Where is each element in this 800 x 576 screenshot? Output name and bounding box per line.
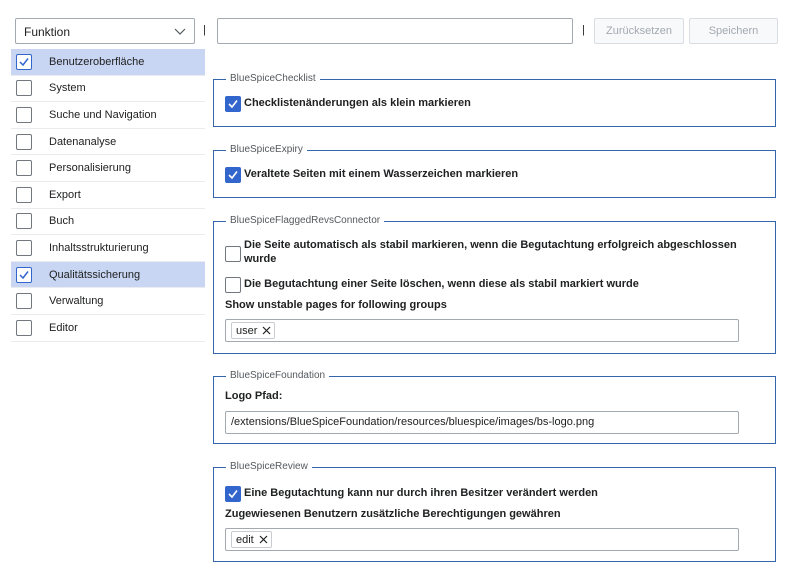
- check-icon: [228, 490, 238, 499]
- check-icon: [228, 171, 238, 180]
- fieldset-review: BlueSpiceReview Eine Begutachtung kann n…: [213, 461, 776, 562]
- option-checklist-minor[interactable]: Checklistenänderungen als klein markiere…: [225, 96, 471, 112]
- logo-path-input[interactable]: /extensions/BlueSpiceFoundation/resource…: [225, 411, 739, 434]
- fieldset-flaggedrevs: BlueSpiceFlaggedRevsConnector Die Seite …: [213, 215, 776, 354]
- separator: |: [203, 24, 206, 36]
- separator: |: [582, 24, 585, 36]
- check-icon: [228, 100, 238, 109]
- sidebar-item-buch[interactable]: Buch: [11, 209, 205, 236]
- sidebar-item-personalisierung[interactable]: Personalisierung: [11, 155, 205, 182]
- close-icon[interactable]: [259, 535, 268, 544]
- logo-path-label: Logo Pfad:: [225, 390, 283, 402]
- option-label: Die Begutachtung einer Seite löschen, we…: [244, 278, 639, 290]
- fieldset-foundation: BlueSpiceFoundation Logo Pfad: /extensio…: [213, 370, 776, 444]
- save-button[interactable]: Speichern: [689, 18, 778, 44]
- option-delete-review[interactable]: Die Begutachtung einer Seite löschen, we…: [225, 277, 639, 293]
- fieldset-legend: BlueSpiceFlaggedRevsConnector: [226, 215, 385, 226]
- search-input[interactable]: [217, 18, 573, 44]
- checkbox[interactable]: [225, 486, 241, 502]
- sidebar-item-verwaltung[interactable]: Verwaltung: [11, 288, 205, 315]
- option-label: Veraltete Seiten mit einem Wasserzeichen…: [244, 168, 519, 180]
- sidebar-item-label: Export: [49, 188, 81, 201]
- check-icon: [19, 57, 29, 66]
- sidebar-item-label: Personalisierung: [49, 162, 131, 175]
- permissions-tag-input[interactable]: edit: [225, 528, 739, 551]
- function-select-value: Funktion: [24, 25, 71, 39]
- checkbox[interactable]: [16, 239, 32, 256]
- fieldset-expiry: BlueSpiceExpiry Veraltete Seiten mit ein…: [213, 144, 776, 198]
- fieldset-legend: BlueSpiceFoundation: [226, 370, 330, 381]
- option-label: Checklistenänderungen als klein markiere…: [244, 97, 471, 109]
- option-label: Eine Begutachtung kann nur durch ihren B…: [244, 487, 598, 499]
- close-icon[interactable]: [262, 326, 271, 335]
- sidebar-item-inhaltsstrukturierung[interactable]: Inhaltsstrukturierung: [11, 235, 205, 262]
- option-auto-stable[interactable]: Die Seite automatisch als stabil markier…: [225, 238, 745, 266]
- tag-chip: user: [231, 322, 276, 339]
- sidebar-item-qualitaetssicherung[interactable]: Qualitätssicherung: [11, 261, 205, 289]
- checkbox[interactable]: [225, 277, 241, 293]
- checkbox[interactable]: [16, 160, 32, 177]
- sidebar-item-benutzeroberflaeche[interactable]: Benutzeroberfläche: [11, 49, 205, 76]
- chevron-down-icon: [174, 28, 186, 35]
- tag-chip: edit: [231, 531, 272, 548]
- checkbox[interactable]: [16, 266, 32, 283]
- sidebar-item-label: Suche und Navigation: [49, 108, 157, 121]
- tag-label: edit: [236, 533, 254, 546]
- checkbox[interactable]: [16, 186, 32, 203]
- sidebar: Benutzeroberfläche System Suche und Navi…: [11, 49, 205, 342]
- tag-label: user: [236, 324, 258, 337]
- reset-button[interactable]: Zurücksetzen: [594, 18, 684, 44]
- checkbox[interactable]: [16, 293, 32, 310]
- sidebar-item-suche-und-navigation[interactable]: Suche und Navigation: [11, 102, 205, 129]
- option-label: Die Seite automatisch als stabil markier…: [244, 239, 737, 265]
- checkbox[interactable]: [225, 167, 241, 183]
- sidebar-item-datenanalyse[interactable]: Datenanalyse: [11, 129, 205, 156]
- groups-tag-input[interactable]: user: [225, 319, 739, 342]
- sidebar-item-label: Buch: [49, 215, 75, 228]
- checkbox[interactable]: [16, 80, 32, 97]
- sidebar-item-label: Editor: [49, 321, 78, 334]
- fieldset-legend: BlueSpiceReview: [226, 461, 312, 472]
- sidebar-item-label: System: [49, 82, 86, 95]
- groups-label: Show unstable pages for following groups: [225, 299, 447, 311]
- sidebar-item-label: Benutzeroberfläche: [49, 55, 145, 68]
- checkbox[interactable]: [16, 133, 32, 150]
- option-expiry-watermark[interactable]: Veraltete Seiten mit einem Wasserzeichen…: [225, 167, 518, 183]
- sidebar-item-label: Inhaltsstrukturierung: [49, 241, 149, 254]
- fieldset-legend: BlueSpiceExpiry: [226, 144, 307, 155]
- sidebar-item-label: Verwaltung: [49, 295, 104, 308]
- sidebar-item-editor[interactable]: Editor: [11, 315, 205, 342]
- sidebar-item-label: Qualitätssicherung: [49, 268, 141, 281]
- check-icon: [19, 270, 29, 279]
- function-select[interactable]: Funktion: [15, 18, 195, 44]
- sidebar-item-label: Datenanalyse: [49, 135, 117, 148]
- checkbox[interactable]: [16, 319, 32, 336]
- checkbox[interactable]: [16, 53, 32, 70]
- checkbox[interactable]: [16, 213, 32, 230]
- checkbox[interactable]: [225, 96, 241, 112]
- sidebar-item-export[interactable]: Export: [11, 182, 205, 209]
- sidebar-item-system[interactable]: System: [11, 76, 205, 103]
- permissions-label: Zugewiesenen Benutzern zusätzliche Berec…: [225, 508, 561, 520]
- fieldset-legend: BlueSpiceChecklist: [226, 73, 320, 84]
- fieldset-checklist: BlueSpiceChecklist Checklistenänderungen…: [213, 73, 776, 127]
- checkbox[interactable]: [16, 106, 32, 123]
- option-owner-only[interactable]: Eine Begutachtung kann nur durch ihren B…: [225, 486, 598, 502]
- checkbox[interactable]: [225, 246, 241, 262]
